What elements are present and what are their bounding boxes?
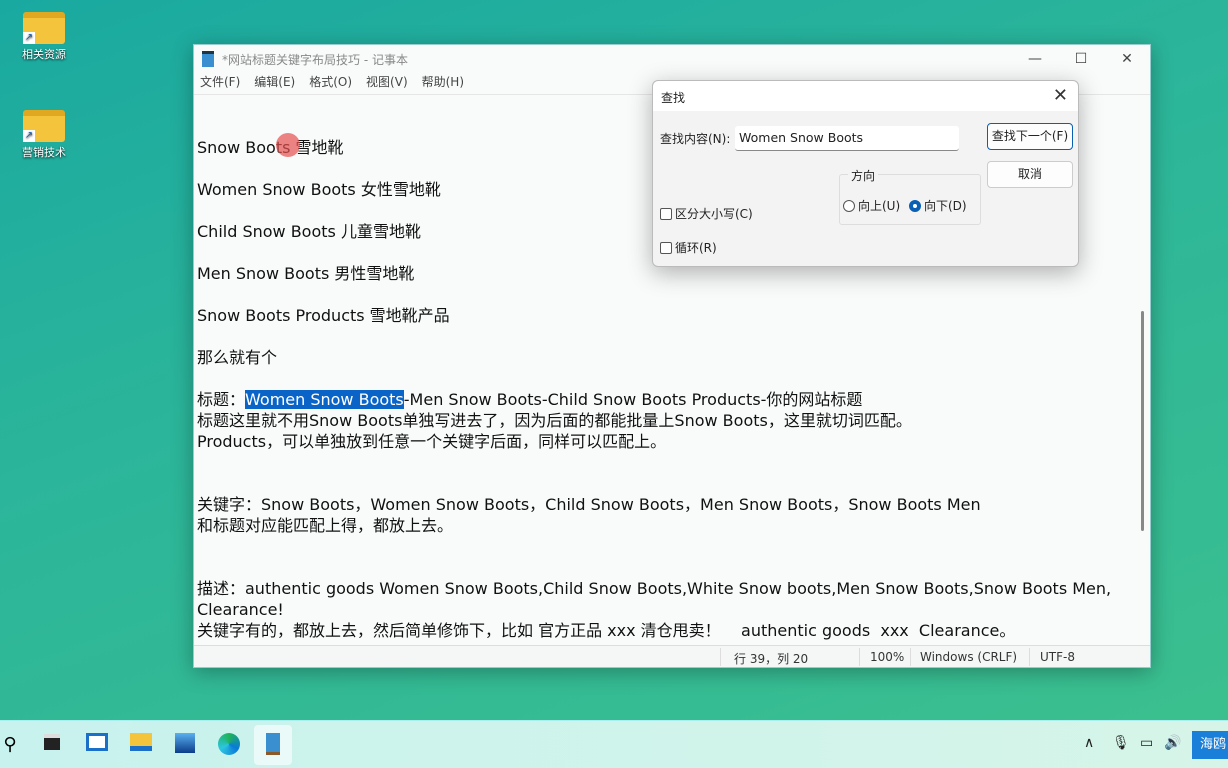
notepad-icon (202, 51, 214, 67)
text-line: 描述：authentic goods Women Snow Boots,Chil… (197, 579, 1112, 598)
menu-view[interactable]: 视图(V) (366, 73, 408, 94)
text-line: 关键字：Snow Boots，Women Snow Boots，Child Sn… (197, 495, 981, 514)
task-view-icon[interactable] (40, 733, 64, 757)
wrap-checkbox[interactable]: 循环(R) (660, 239, 717, 256)
ime-indicator[interactable]: 海鸥 (1192, 731, 1228, 759)
text-line (197, 473, 1111, 494)
text-line (197, 284, 1111, 305)
selected-text: Women Snow Boots (245, 390, 404, 409)
line-ending: Windows (CRLF) (920, 650, 1018, 664)
volume-icon[interactable]: 🔊 (1164, 735, 1181, 751)
network-icon[interactable]: ▭ (1140, 735, 1153, 751)
text-line (197, 557, 1111, 578)
mouse-cursor-highlight (276, 133, 300, 157)
menu-edit[interactable]: 编辑(E) (254, 73, 295, 94)
notepad-taskbar-icon[interactable] (254, 725, 292, 765)
text-line (197, 536, 1111, 557)
folder-icon: ↗ (23, 110, 65, 142)
text-line: 关键字有的，都放上去，然后简单修饰下，比如 官方正品 xxx 清仓甩卖！ aut… (197, 621, 1016, 640)
folder-icon: ↗ (23, 12, 65, 44)
find-input[interactable]: Women Snow Boots (735, 126, 959, 151)
widgets-icon[interactable] (85, 733, 109, 757)
wrap-label: 循环(R) (675, 241, 717, 255)
minimize-button[interactable]: — (1012, 51, 1058, 67)
cursor-position: 行 39，列 20 (734, 652, 809, 666)
text-line: Clearance! (197, 600, 284, 619)
checkbox-icon (660, 208, 672, 220)
status-bar: 行 39，列 20 100% Windows (CRLF) UTF-8 (194, 645, 1150, 667)
radio-selected-icon (909, 200, 921, 212)
find-next-button[interactable]: 查找下一个(F) (987, 123, 1073, 150)
radio-down[interactable]: 向下(D) (909, 197, 967, 214)
desktop-icon-resources[interactable]: ↗ 相关资源 (14, 12, 74, 62)
show-hidden-icons-chevron-icon[interactable]: ∧ (1084, 735, 1094, 751)
taskbar: ⚲ ∧ 🎙 ▭ 🔊 海鸥 (0, 720, 1228, 768)
text-line: 标题这里就不用Snow Boots单独写进去了，因为后面的都能批量上Snow B… (197, 411, 912, 430)
radio-up[interactable]: 向上(U) (843, 197, 900, 214)
file-explorer-icon[interactable] (129, 733, 153, 757)
checkbox-icon (660, 242, 672, 254)
text-line (197, 452, 1111, 473)
find-dialog: 查找 ✕ 查找内容(N): Women Snow Boots 查找下一个(F) … (652, 80, 1079, 267)
radio-up-label: 向上(U) (858, 199, 901, 213)
close-button[interactable]: ✕ (1104, 51, 1150, 67)
text-segment: -Men Snow Boots-Child Snow Boots Product… (403, 390, 863, 409)
text-line (197, 326, 1111, 347)
text-line: Products，可以单独放到任意一个关键字后面，同样可以匹配上。 (197, 432, 667, 451)
encoding: UTF-8 (1040, 650, 1075, 664)
menu-help[interactable]: 帮助(H) (422, 73, 464, 94)
cancel-button[interactable]: 取消 (987, 161, 1073, 188)
radio-down-label: 向下(D) (924, 199, 967, 213)
menu-format[interactable]: 格式(O) (309, 73, 352, 94)
window-title: *网站标题关键字布局技巧 - 记事本 (222, 52, 408, 67)
radio-icon (843, 200, 855, 212)
text-line: 标题：Women Snow Boots-Men Snow Boots-Child… (197, 389, 1111, 410)
icon-label: 相关资源 (22, 48, 66, 61)
vertical-scrollbar[interactable] (1141, 311, 1144, 531)
edge-icon[interactable] (217, 733, 241, 757)
match-case-label: 区分大小写(C) (675, 207, 753, 221)
menu-file[interactable]: 文件(F) (200, 73, 240, 94)
text-line: 和标题对应能匹配上得，都放上去。 (197, 516, 454, 535)
text-segment: 标题： (197, 390, 246, 409)
search-icon[interactable]: ⚲ (0, 733, 22, 757)
zoom-level: 100% (870, 650, 905, 664)
photos-icon[interactable] (173, 733, 197, 757)
text-line (197, 368, 1111, 389)
match-case-checkbox[interactable]: 区分大小写(C) (660, 205, 753, 222)
desktop-icon-marketing[interactable]: ↗ 营销技术 (14, 110, 74, 160)
dialog-close-icon[interactable]: ✕ (1053, 85, 1068, 106)
microphone-icon[interactable]: 🎙 (1112, 735, 1130, 751)
text-line: 那么就有个 (197, 348, 278, 367)
maximize-button[interactable]: ☐ (1058, 51, 1104, 67)
title-bar: *网站标题关键字布局技巧 - 记事本 — ☐ ✕ (194, 45, 1150, 73)
find-label: 查找内容(N): (660, 132, 731, 146)
dialog-title: 查找 (661, 91, 686, 105)
direction-label: 方向 (848, 167, 879, 184)
text-line: Snow Boots Products 雪地靴产品 (197, 306, 450, 325)
icon-label: 营销技术 (22, 146, 66, 159)
